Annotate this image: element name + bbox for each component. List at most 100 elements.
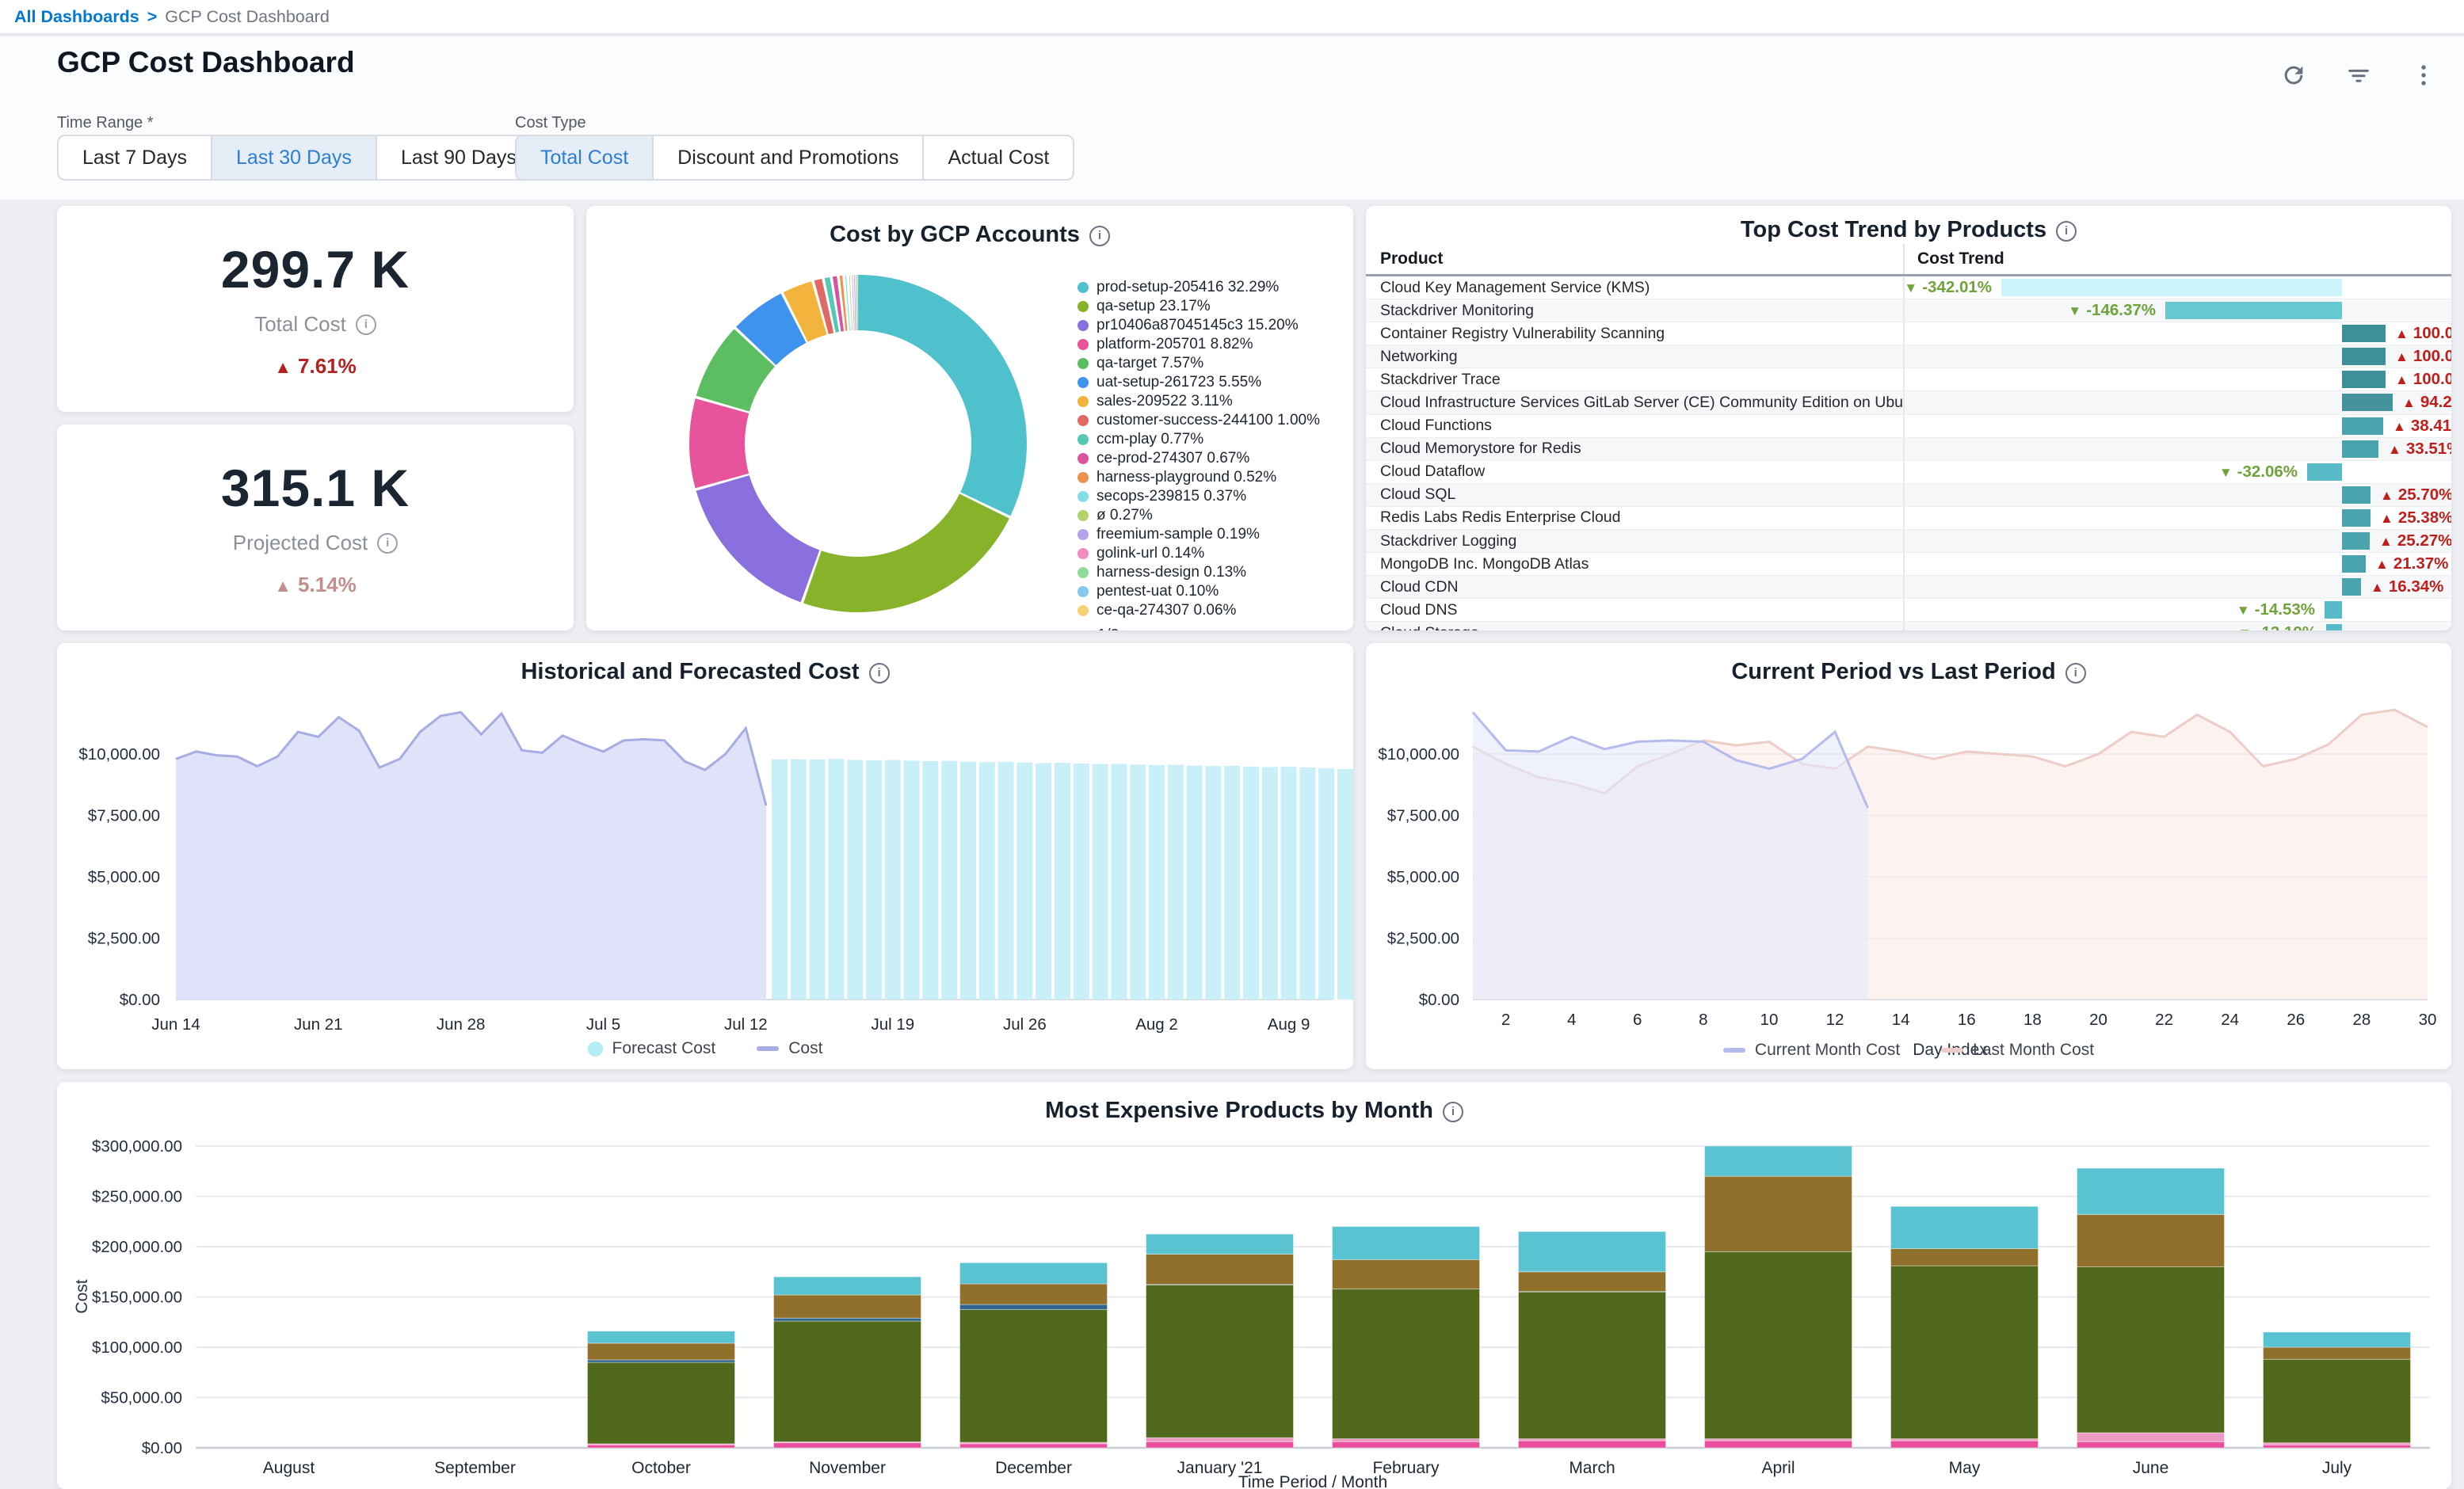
stack-segment-segment-pink[interactable] <box>588 1445 735 1448</box>
page-down-icon[interactable]: ▼ <box>1126 627 1139 630</box>
legend-item[interactable]: ce-qa-274307 0.06% <box>1078 602 1344 620</box>
table-row[interactable]: Cloud DNS▼-14.53% <box>1366 599 2451 622</box>
stack-segment-segment-cyan[interactable] <box>1146 1234 1294 1254</box>
stack-segment-segment-pink[interactable] <box>960 1444 1108 1448</box>
forecast-bar[interactable] <box>904 760 920 1000</box>
stack-segment-segment-brown[interactable] <box>588 1343 735 1360</box>
stack-segment-segment-olive-green[interactable] <box>960 1309 1108 1442</box>
legend-item-cost[interactable]: Cost <box>757 1039 822 1058</box>
stack-segment-segment-cyan[interactable] <box>2077 1168 2225 1214</box>
forecast-bar[interactable] <box>1243 767 1259 1000</box>
stack-segment-segment-pink[interactable] <box>2077 1441 2225 1448</box>
stack-segment-segment-light-pink[interactable] <box>1333 1439 1480 1442</box>
table-row[interactable]: Redis Labs Redis Enterprise Cloud▲25.38% <box>1366 507 2451 530</box>
stack-segment-segment-brown[interactable] <box>1891 1249 2039 1266</box>
legend-item[interactable]: prod-setup-205416 32.29% <box>1078 279 1344 297</box>
table-row[interactable]: Cloud Functions▲38.41% <box>1366 415 2451 438</box>
table-row[interactable]: Cloud Dataflow▼-32.06% <box>1366 461 2451 484</box>
column-header-product[interactable]: Product <box>1366 244 1905 274</box>
forecast-bar[interactable] <box>1318 768 1334 1000</box>
forecast-bar[interactable] <box>1205 766 1221 1000</box>
table-row[interactable]: Networking▲100.00% <box>1366 345 2451 368</box>
forecast-bar[interactable] <box>1036 763 1051 1000</box>
legend-item[interactable]: pentest-uat 0.10% <box>1078 583 1344 601</box>
stack-segment-segment-blue[interactable] <box>774 1318 921 1321</box>
table-row[interactable]: Cloud CDN▲16.34% <box>1366 576 2451 599</box>
table-row[interactable]: Cloud Key Management Service (KMS)▼-342.… <box>1366 276 2451 299</box>
forecast-bar[interactable] <box>847 760 863 1000</box>
stack-segment-segment-brown[interactable] <box>960 1284 1108 1304</box>
forecast-bar[interactable] <box>866 760 882 1000</box>
table-row[interactable]: MongoDB Inc. MongoDB Atlas▲21.37% <box>1366 553 2451 576</box>
table-row[interactable]: Cloud Memorystore for Redis▲33.51% <box>1366 438 2451 461</box>
stack-segment-segment-cyan[interactable] <box>1891 1206 2039 1248</box>
table-row[interactable]: Stackdriver Logging▲25.27% <box>1366 530 2451 553</box>
stack-segment-segment-olive-green[interactable] <box>774 1321 921 1441</box>
stack-segment-segment-olive-green[interactable] <box>1705 1251 1852 1438</box>
forecast-bar[interactable] <box>998 762 1014 1000</box>
column-header-cost-trend[interactable]: Cost Trend <box>1905 249 2004 268</box>
filter-option-last-7-days[interactable]: Last 7 Days <box>59 136 211 179</box>
breadcrumb-all-dashboards-link[interactable]: All Dashboards <box>14 7 139 27</box>
legend-item[interactable]: platform-205701 8.82% <box>1078 336 1344 354</box>
stack-segment-segment-pink[interactable] <box>774 1443 921 1448</box>
forecast-bar[interactable] <box>1093 764 1108 1000</box>
table-row[interactable]: Cloud SQL▲25.70% <box>1366 484 2451 507</box>
legend-item[interactable]: qa-target 7.57% <box>1078 355 1344 373</box>
stack-segment-segment-cyan[interactable] <box>2264 1332 2411 1347</box>
legend-item[interactable]: pr10406a87045145c3 15.20% <box>1078 317 1344 335</box>
forecast-bar[interactable] <box>885 760 901 1000</box>
forecast-bar[interactable] <box>1111 764 1127 1000</box>
legend-item[interactable]: customer-success-244100 1.00% <box>1078 412 1344 430</box>
legend-item[interactable]: golink-url 0.14% <box>1078 545 1344 563</box>
legend-item[interactable]: harness-design 0.13% <box>1078 564 1344 582</box>
stack-segment-segment-olive-green[interactable] <box>1891 1266 2039 1438</box>
forecast-bar[interactable] <box>979 762 995 1000</box>
stack-segment-segment-light-pink[interactable] <box>1146 1438 1294 1441</box>
legend-item[interactable]: uat-setup-261723 5.55% <box>1078 374 1344 392</box>
info-icon[interactable]: i <box>377 533 398 554</box>
legend-item[interactable]: ce-prod-274307 0.67% <box>1078 450 1344 468</box>
stack-segment-segment-olive-green[interactable] <box>2264 1359 2411 1442</box>
legend-item[interactable]: sales-209522 3.11% <box>1078 393 1344 411</box>
stack-segment-segment-brown[interactable] <box>1146 1255 1294 1285</box>
forecast-bar[interactable] <box>1149 765 1165 1000</box>
stack-segment-segment-pink[interactable] <box>2264 1445 2411 1448</box>
legend-item-forecast-cost[interactable]: Forecast Cost <box>588 1039 716 1058</box>
forecast-bar[interactable] <box>772 760 788 1000</box>
legend-item[interactable]: ccm-play 0.77% <box>1078 431 1344 449</box>
forecast-bar[interactable] <box>1168 765 1184 1000</box>
stack-segment-segment-pink[interactable] <box>1519 1441 1666 1448</box>
stack-segment-segment-olive-green[interactable] <box>1333 1289 1480 1438</box>
stack-segment-segment-blue[interactable] <box>960 1304 1108 1309</box>
stack-segment-segment-cyan[interactable] <box>774 1277 921 1295</box>
legend-item[interactable]: qa-setup 23.17% <box>1078 298 1344 316</box>
forecast-bar[interactable] <box>941 761 957 1000</box>
forecast-bar[interactable] <box>1337 769 1353 1000</box>
stack-segment-segment-light-pink[interactable] <box>2077 1433 2225 1441</box>
stack-segment-segment-olive-green[interactable] <box>588 1362 735 1444</box>
page-up-icon[interactable]: ▲ <box>1078 627 1091 630</box>
filter-option-last-30-days[interactable]: Last 30 Days <box>211 136 376 179</box>
stack-segment-segment-brown[interactable] <box>1519 1272 1666 1292</box>
forecast-bar[interactable] <box>1224 766 1240 1000</box>
stack-segment-segment-cyan[interactable] <box>1333 1227 1480 1260</box>
forecast-bar[interactable] <box>828 759 844 1000</box>
stack-segment-segment-pink[interactable] <box>1705 1441 1852 1448</box>
forecast-bar[interactable] <box>922 761 938 1000</box>
legend-item[interactable]: freemium-sample 0.19% <box>1078 526 1344 544</box>
stack-segment-segment-cyan[interactable] <box>588 1331 735 1343</box>
filter-option-total-cost[interactable]: Total Cost <box>517 136 652 179</box>
legend-item-last-month-cost[interactable]: Last Month Cost <box>1941 1041 2094 1060</box>
filter-option-actual-cost[interactable]: Actual Cost <box>922 136 1073 179</box>
forecast-bar[interactable] <box>1016 763 1032 1000</box>
forecast-bar[interactable] <box>1262 767 1278 1000</box>
forecast-bar[interactable] <box>1299 767 1315 1000</box>
info-icon[interactable]: i <box>356 314 376 335</box>
stack-segment-segment-brown[interactable] <box>1333 1260 1480 1289</box>
stack-segment-segment-brown[interactable] <box>1705 1176 1852 1251</box>
stack-segment-segment-pink[interactable] <box>1146 1441 1294 1448</box>
stack-segment-segment-cyan[interactable] <box>1705 1146 1852 1176</box>
filter-option-discount-and-promotions[interactable]: Discount and Promotions <box>652 136 922 179</box>
table-row[interactable]: Container Registry Vulnerability Scannin… <box>1366 322 2451 345</box>
